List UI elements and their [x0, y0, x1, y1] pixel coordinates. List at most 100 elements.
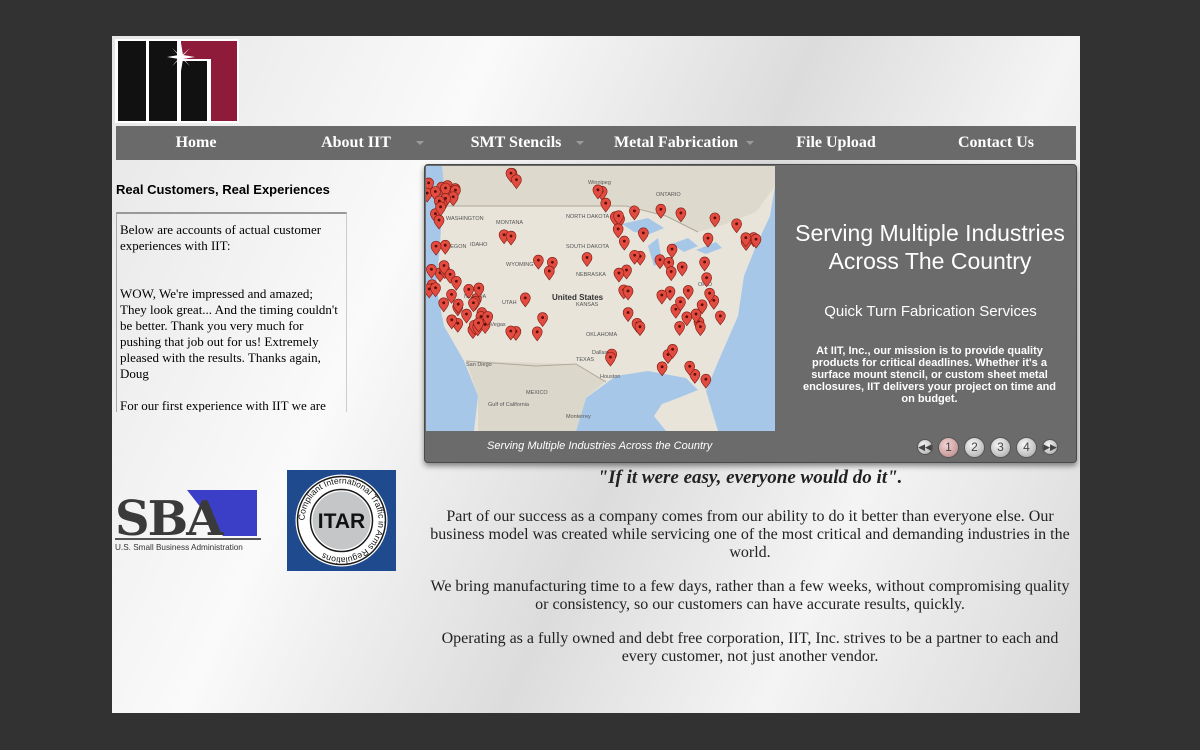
map-marker-dot — [704, 377, 708, 381]
fast-forward-icon[interactable]: ▶▶ — [1042, 439, 1058, 455]
map-label: Monterrey — [566, 414, 591, 420]
map-marker-dot — [502, 233, 506, 237]
testimonial-intro: Below are accounts of actual customer ex… — [120, 222, 322, 253]
content-paragraph: Operating as a fully owned and debt free… — [441, 630, 1059, 665]
nav-about-label: About IIT — [321, 134, 391, 151]
map-marker-dot — [735, 222, 739, 226]
map-marker-dot — [617, 214, 621, 218]
nav-upload-label: File Upload — [796, 134, 876, 151]
map-marker-dot — [477, 286, 481, 290]
map-label: OKLAHOMA — [586, 332, 618, 338]
tagline-quote: "If it were easy, everyone would do it". — [597, 467, 903, 488]
map-label: KANSAS — [576, 302, 599, 308]
sba-logo[interactable]: SBA U.S. Small Business Administration — [115, 488, 261, 554]
testimonial-entry: WOW, We're impressed and amazed; They lo… — [120, 286, 338, 381]
map-marker-dot — [708, 291, 712, 295]
nav-metal-fabrication[interactable]: Metal Fabrication — [596, 126, 756, 160]
map-marker-dot — [509, 329, 513, 333]
map-label: UTAH — [502, 300, 517, 306]
itar-compliant-badge[interactable]: Compliant International Traffic in Arms … — [287, 470, 396, 571]
map-marker-dot — [641, 231, 645, 235]
slide-heading: Serving Multiple Industries Across The C… — [795, 220, 1065, 274]
itar-center-text: ITAR — [318, 510, 365, 533]
map-marker-dot — [439, 205, 442, 209]
nav-home[interactable]: Home — [116, 126, 276, 160]
map-marker-dot — [679, 211, 683, 215]
nav-smt-stencils[interactable]: SMT Stencils — [436, 126, 596, 160]
map-marker-dot — [670, 247, 674, 251]
map-marker-dot — [626, 311, 630, 314]
map-marker-dot — [693, 372, 697, 376]
map-marker-dot — [616, 227, 620, 231]
slider-page-4[interactable]: 4 — [1016, 436, 1037, 458]
testimonials-title: Real Customers, Real Experiences — [116, 182, 330, 197]
map-marker-dot — [699, 325, 702, 329]
slider-page-3[interactable]: 3 — [990, 436, 1011, 458]
map-marker-dot — [718, 314, 722, 318]
map-marker-dot — [596, 188, 600, 192]
map-marker-dot — [622, 239, 626, 243]
map-marker-dot — [442, 301, 446, 305]
map-marker-dot — [477, 321, 480, 325]
testimonials-scroll-box[interactable]: Below are accounts of actual customer ex… — [116, 212, 347, 412]
map-marker-dot — [686, 289, 690, 292]
map-marker-dot — [713, 216, 717, 220]
map-label: Gulf of California — [488, 402, 530, 408]
map-marker-dot — [467, 287, 471, 291]
map-marker-dot — [604, 201, 608, 205]
map-marker-dot — [705, 276, 709, 280]
map-marker-dot — [585, 256, 589, 259]
map-marker-dot — [667, 260, 671, 264]
map-label: ONTARIO — [656, 192, 681, 198]
map-marker-dot — [633, 253, 637, 257]
map-marker-dot — [609, 355, 612, 359]
map-marker-dot — [430, 267, 433, 271]
map-marker-dot — [437, 218, 441, 222]
map-marker-dot — [541, 316, 545, 319]
map-marker-dot — [703, 260, 706, 264]
nav-file-upload[interactable]: File Upload — [756, 126, 916, 160]
testimonial-entry: For our first experience with IIT we are — [120, 398, 326, 412]
content-paragraph: We bring manufacturing time to a few day… — [430, 578, 1070, 613]
map-marker-dot — [638, 325, 642, 328]
map-marker-dot — [444, 186, 447, 190]
iit-logo[interactable] — [115, 39, 239, 123]
map-marker-dot — [659, 207, 663, 211]
map-marker-dot — [450, 318, 454, 322]
map-marker-dot — [669, 270, 673, 273]
map-marker-dot — [523, 296, 527, 300]
main-nav: Home About IIT SMT Stencils Metal Fabric… — [116, 126, 1076, 160]
rewind-icon[interactable]: ◀◀ — [917, 439, 933, 455]
map-marker-dot — [660, 293, 664, 297]
map-marker-dot — [509, 234, 513, 238]
map-label: MONTANA — [496, 220, 523, 226]
map-marker-dot — [550, 260, 554, 264]
map-marker-dot — [509, 171, 513, 175]
map-marker-dot — [535, 330, 539, 334]
chevron-down-icon — [416, 141, 424, 145]
map-marker-dot — [434, 212, 437, 216]
map-marker-dot — [434, 286, 437, 290]
nav-about[interactable]: About IIT — [276, 126, 436, 160]
map-marker-dot — [456, 321, 460, 325]
map-label: NEBRASKA — [576, 272, 606, 278]
nav-contact[interactable]: Contact Us — [916, 126, 1076, 160]
slider-page-2[interactable]: 2 — [964, 436, 985, 458]
map-marker-dot — [434, 244, 438, 248]
content-paragraph: Part of our success as a company comes f… — [430, 508, 1070, 561]
slider-page-1[interactable]: 1 — [938, 436, 959, 458]
map-marker-dot — [658, 258, 662, 262]
customer-location-map[interactable]: WASHINGTON MONTANA NORTH DAKOTA SOUTH DA… — [426, 166, 775, 431]
slide-subheading: Quick Turn Fabrication Services — [824, 303, 1037, 320]
map-marker-dot — [617, 271, 621, 275]
map-marker-dot — [443, 243, 447, 247]
map-label: Dallas — [592, 350, 608, 356]
map-marker-dot — [454, 279, 458, 283]
map-marker-dot — [680, 265, 684, 269]
map-marker-dot — [433, 190, 437, 193]
map-marker-dot — [536, 258, 540, 262]
map-marker-dot — [700, 303, 704, 307]
map-marker-dot — [668, 289, 672, 293]
map-marker-dot — [712, 298, 716, 302]
map-marker-dot — [678, 324, 682, 328]
